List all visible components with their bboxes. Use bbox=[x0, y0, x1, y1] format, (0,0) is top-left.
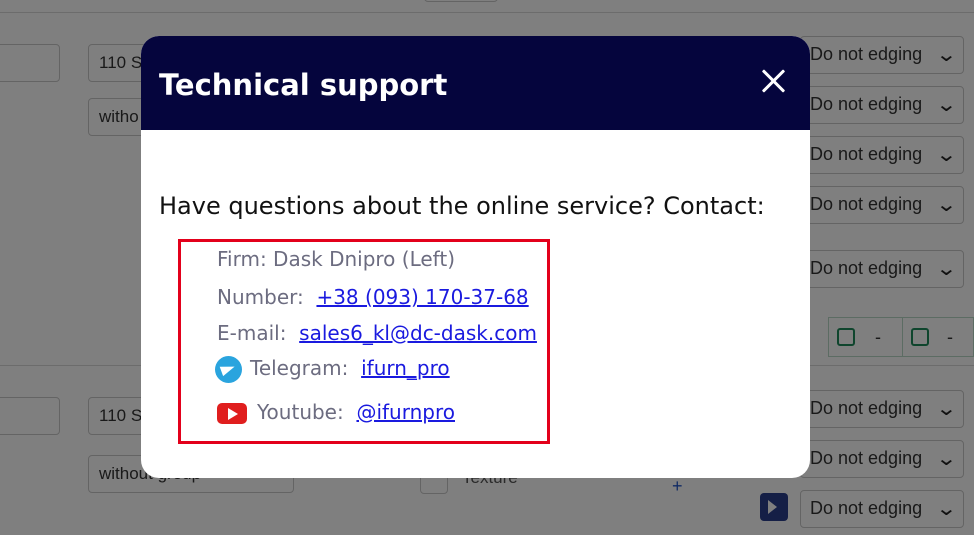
phone-label: Number: bbox=[217, 285, 304, 309]
email-link[interactable]: sales6_kl@dc-dask.com bbox=[299, 321, 537, 345]
email-line: E-mail: sales6_kl@dc-dask.com bbox=[217, 321, 537, 345]
telegram-line: Telegram: ifurn_pro bbox=[215, 356, 450, 383]
youtube-icon bbox=[217, 403, 247, 424]
modal-title: Technical support bbox=[159, 68, 448, 102]
contact-details: Firm: Dask Dnipro (Left) Number: +38 (09… bbox=[178, 239, 550, 444]
phone-link[interactable]: +38 (093) 170-37-68 bbox=[316, 285, 528, 309]
close-icon[interactable] bbox=[758, 66, 788, 96]
contact-question: Have questions about the online service?… bbox=[159, 192, 765, 220]
email-label: E-mail: bbox=[217, 321, 287, 345]
telegram-label: Telegram: bbox=[250, 356, 349, 380]
phone-line: Number: +38 (093) 170-37-68 bbox=[217, 285, 529, 309]
youtube-line: Youtube: @ifurnpro bbox=[217, 400, 455, 424]
modal-header: Technical support bbox=[141, 36, 810, 130]
youtube-label: Youtube: bbox=[257, 400, 344, 424]
youtube-link[interactable]: @ifurnpro bbox=[356, 400, 455, 424]
telegram-link[interactable]: ifurn_pro bbox=[361, 356, 450, 380]
telegram-icon bbox=[215, 356, 242, 383]
firm-line: Firm: Dask Dnipro (Left) bbox=[217, 247, 456, 271]
technical-support-modal: Technical support Have questions about t… bbox=[141, 36, 810, 478]
